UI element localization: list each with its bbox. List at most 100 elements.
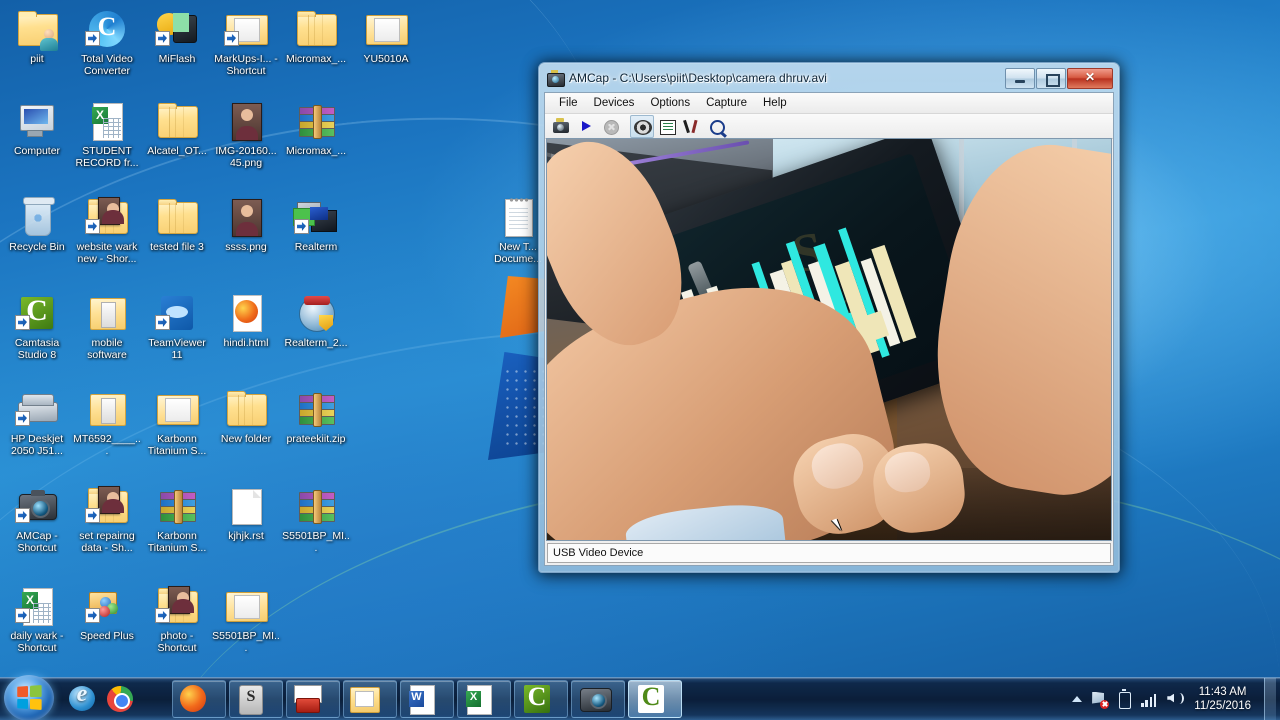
desktop-icon[interactable]: mobile software	[72, 292, 142, 361]
chrome-icon[interactable]	[100, 681, 136, 715]
desktop-icon[interactable]: MarkUps-I... - Shortcut	[211, 8, 281, 77]
desktop-icon[interactable]: AMCap - Shortcut	[2, 485, 72, 554]
desktop-icon[interactable]: Micromax_...	[281, 8, 351, 66]
desktop-icon[interactable]: Computer	[2, 100, 72, 158]
taskbar[interactable]: 11:43 AM 11/25/2016	[0, 675, 1280, 720]
start-button[interactable]	[4, 675, 54, 720]
desktop-icon[interactable]: Recycle Bin	[2, 196, 72, 254]
toolbar[interactable]	[545, 114, 1113, 139]
preview-icon[interactable]	[630, 114, 654, 138]
clock[interactable]: 11:43 AM 11/25/2016	[1191, 685, 1251, 713]
desktop-icon[interactable]: New folder	[211, 388, 281, 446]
desktop-icon[interactable]: X STUDENT RECORD fr...	[72, 100, 142, 169]
desktop-icon[interactable]: set repairng data - Sh...	[72, 485, 142, 554]
show-desktop-button[interactable]	[1264, 678, 1276, 720]
close-button[interactable]: ✕	[1067, 68, 1113, 89]
taskbar-snagit-button[interactable]	[229, 680, 283, 718]
desktop-icon[interactable]: TeamViewer 11	[142, 292, 212, 361]
desktop-icon[interactable]: Alcatel_OT...	[142, 100, 212, 158]
desktop-icon[interactable]: Realterm	[281, 196, 351, 254]
firefox-doc-icon	[223, 292, 269, 336]
volume-icon[interactable]	[1166, 691, 1185, 708]
camera-icon	[547, 70, 565, 87]
desktop-icon[interactable]: Karbonn Titanium S...	[142, 485, 212, 554]
zoom-icon[interactable]	[705, 115, 729, 138]
taskbar-window-buttons[interactable]	[172, 680, 682, 718]
taskbar-pinned-items[interactable]	[62, 681, 136, 715]
snapshot-icon[interactable]	[549, 115, 573, 138]
shortcut-overlay-icon	[155, 31, 170, 46]
desktop-icon[interactable]: MT6592____...	[72, 388, 142, 457]
desktop-icon[interactable]: S5501BP_MI...	[281, 485, 351, 554]
shortcut-overlay-icon	[155, 608, 170, 623]
desktop-icon[interactable]: tested file 3	[142, 196, 212, 254]
desktop-icon[interactable]: YU5010A	[351, 8, 421, 66]
desktop-icon[interactable]: HP Deskjet 2050 J51...	[2, 388, 72, 457]
desktop-icon-label: IMG-20160... 45.png	[215, 145, 277, 169]
desktop-icon-grid: piit Total Video Converter MiFlash MarkUps-…	[0, 0, 542, 670]
taskbar-camtasia-studio-button[interactable]	[628, 680, 682, 718]
desktop-icon[interactable]: hindi.html	[211, 292, 281, 350]
desktop-icon[interactable]: IMG-20160... 45.png	[211, 100, 281, 169]
desktop-icon[interactable]: ssss.png	[211, 196, 281, 254]
overlay-icon[interactable]	[655, 115, 679, 138]
winrar-icon	[293, 388, 339, 432]
taskbar-camtasia-button[interactable]	[514, 680, 568, 718]
desktop-icon[interactable]: website wark new - Shor...	[72, 196, 142, 265]
menu-item-file[interactable]: File	[551, 95, 586, 111]
window-title-bar[interactable]: AMCap - C:\Users\piit\Desktop\camera dhr…	[544, 68, 1114, 92]
desktop-icon[interactable]: prateekiit.zip	[281, 388, 351, 446]
show-hidden-icons-arrow[interactable]	[1072, 696, 1083, 702]
recycle-bin-icon	[14, 196, 60, 240]
desktop-icon[interactable]: piit	[2, 8, 72, 66]
shortcut-overlay-icon	[85, 219, 100, 234]
maximize-button[interactable]	[1036, 68, 1066, 89]
shortcut-overlay-icon	[15, 411, 30, 426]
taskbar-explorer-button[interactable]	[343, 680, 397, 718]
desktop-icon-label: MarkUps-I... - Shortcut	[214, 53, 278, 77]
blank-doc-icon	[223, 485, 269, 529]
desktop-icon[interactable]: Camtasia Studio 8	[2, 292, 72, 361]
menu-item-devices[interactable]: Devices	[586, 95, 643, 111]
desktop-icon[interactable]: Speed Plus	[72, 585, 142, 643]
system-tray[interactable]: 11:43 AM 11/25/2016	[1072, 678, 1280, 720]
network-error-icon[interactable]	[1091, 691, 1110, 709]
desktop-icon-label: YU5010A	[363, 53, 409, 65]
desktop-icon[interactable]: kjhjk.rst	[211, 485, 281, 543]
desktop-icon[interactable]: Realterm_2...	[281, 292, 351, 350]
taskbar-toolbox-button[interactable]	[286, 680, 340, 718]
window-controls[interactable]: ✕	[1005, 68, 1113, 89]
desktop-icon[interactable]: MiFlash	[142, 8, 212, 66]
menu-item-help[interactable]: Help	[755, 95, 795, 111]
shortcut-overlay-icon	[85, 508, 100, 523]
amcap-window[interactable]: AMCap - C:\Users\piit\Desktop\camera dhr…	[538, 62, 1120, 573]
minimize-button[interactable]	[1005, 68, 1035, 89]
window-client-area: File Devices Options Capture Help S USB …	[544, 92, 1114, 566]
menu-item-options[interactable]: Options	[642, 95, 698, 111]
menu-bar[interactable]: File Devices Options Capture Help	[545, 93, 1113, 114]
desktop-icon[interactable]: Xdaily wark - Shortcut	[2, 585, 72, 654]
settings-icon[interactable]	[680, 115, 704, 138]
desktop-icon-label: MT6592____...	[73, 433, 141, 457]
desktop-icon-label: TeamViewer 11	[148, 337, 206, 361]
stop-capture-icon[interactable]	[599, 115, 623, 138]
taskbar-word-button[interactable]	[400, 680, 454, 718]
folder-open-icon	[363, 8, 409, 52]
windows-logo-icon	[17, 685, 42, 710]
desktop-icon[interactable]: Micromax_...	[281, 100, 351, 158]
start-capture-icon[interactable]	[574, 115, 598, 138]
desktop-icon[interactable]: S5501BP_MI...	[211, 585, 281, 654]
desktop-screen: piit Total Video Converter MiFlash MarkUps-…	[0, 0, 1280, 720]
taskbar-excel-button[interactable]	[457, 680, 511, 718]
taskbar-firefox-button[interactable]	[172, 680, 226, 718]
signal-bars-icon[interactable]	[1141, 691, 1157, 708]
desktop-icon[interactable]: Total Video Converter	[72, 8, 142, 77]
internet-explorer-icon[interactable]	[62, 681, 98, 715]
taskbar-amcap-button[interactable]	[571, 680, 625, 718]
desktop-icon[interactable]: Karbonn Titanium S...	[142, 388, 212, 457]
menu-item-capture[interactable]: Capture	[698, 95, 755, 111]
video-preview[interactable]: S S	[546, 138, 1112, 541]
desktop-icon-label: Micromax_...	[285, 145, 347, 157]
battery-icon[interactable]	[1116, 688, 1132, 709]
desktop-icon[interactable]: photo - Shortcut	[142, 585, 212, 654]
